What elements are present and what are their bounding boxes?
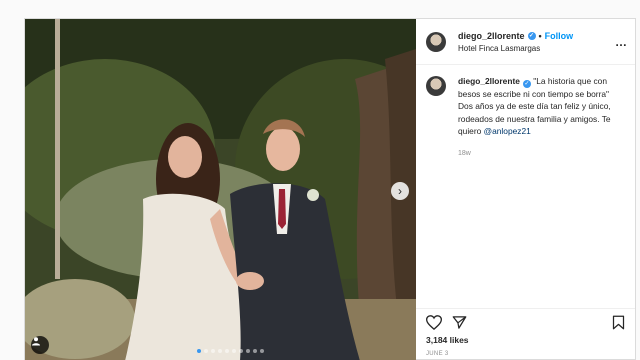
caption: diego_2llorente ✓ "La historia que con be… xyxy=(416,65,635,160)
action-icon-row xyxy=(426,309,625,335)
check-icon: ✓ xyxy=(524,81,530,87)
bookmark-icon xyxy=(612,315,625,329)
post-actions: 3,184 likes JUNE 3 xyxy=(416,308,635,357)
follow-button[interactable]: Follow xyxy=(545,31,574,41)
caption-body: diego_2llorente ✓ "La historia que con be… xyxy=(458,75,618,160)
paper-plane-icon xyxy=(452,315,467,329)
carousel-dot xyxy=(239,349,243,353)
chevron-right-icon: › xyxy=(398,184,402,198)
share-button[interactable] xyxy=(452,315,467,330)
heart-icon xyxy=(426,314,442,330)
carousel-indicator xyxy=(197,349,264,353)
carousel-dot xyxy=(197,349,201,353)
carousel-dot xyxy=(246,349,250,353)
caption-username[interactable]: diego_2llorente xyxy=(458,76,520,86)
carousel-next-button[interactable]: › xyxy=(391,182,409,200)
username-link[interactable]: diego_2llorente xyxy=(458,31,525,41)
post-header: diego_2llorente ✓ • Follow Hotel Finca L… xyxy=(416,19,635,65)
user-tag-icon xyxy=(32,337,40,346)
location-link[interactable]: Hotel Finca Lasmargas xyxy=(458,44,615,53)
user-tag-button[interactable] xyxy=(31,336,49,354)
mention-link[interactable]: @anlopez21 xyxy=(484,126,531,136)
verified-badge-icon: ✓ xyxy=(527,31,536,40)
carousel-dot xyxy=(218,349,222,353)
more-options-icon[interactable]: … xyxy=(615,35,627,49)
likes-count[interactable]: 3,184 likes xyxy=(426,335,625,345)
save-button[interactable] xyxy=(612,315,625,330)
carousel-dot xyxy=(225,349,229,353)
post-photo[interactable]: › xyxy=(25,19,416,360)
post-header-text: diego_2llorente ✓ • Follow Hotel Finca L… xyxy=(458,31,615,53)
avatar[interactable] xyxy=(426,76,446,96)
wedding-photo-illustration xyxy=(25,19,416,360)
post-side-panel: diego_2llorente ✓ • Follow Hotel Finca L… xyxy=(416,19,635,360)
check-icon: ✓ xyxy=(529,32,535,39)
separator: • xyxy=(538,30,542,41)
carousel-dot xyxy=(211,349,215,353)
carousel-dot xyxy=(260,349,264,353)
caption-timestamp[interactable]: 18w xyxy=(458,148,618,160)
post-header-row: diego_2llorente ✓ • Follow xyxy=(458,31,615,41)
post-date: JUNE 3 xyxy=(426,351,449,357)
carousel-dot xyxy=(204,349,208,353)
carousel-dot xyxy=(253,349,257,353)
like-button[interactable] xyxy=(426,314,442,330)
instagram-post: › diego_2llorente ✓ • Follow Hotel Finca… xyxy=(24,18,636,360)
verified-badge-icon: ✓ xyxy=(522,80,531,88)
carousel-dot xyxy=(232,349,236,353)
avatar[interactable] xyxy=(426,31,446,52)
